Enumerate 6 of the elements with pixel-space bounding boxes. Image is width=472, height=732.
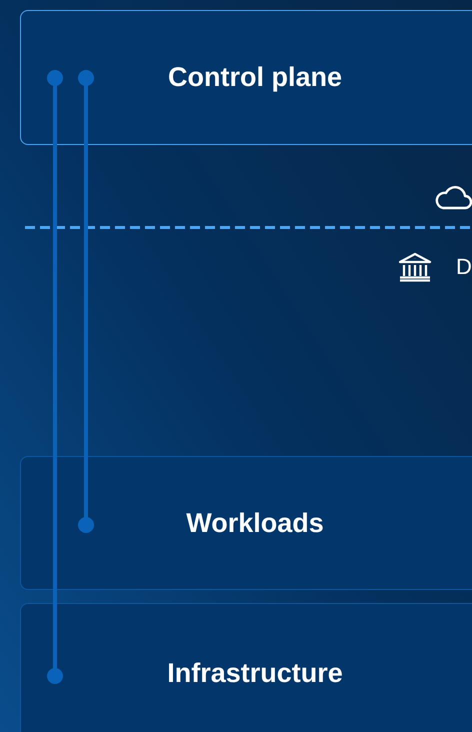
layer-label: Control plane [168,61,342,94]
bank-icon [398,252,432,282]
layer-label: Infrastructure [167,656,343,690]
boundary-label: D [456,253,472,281]
cloud-icon [434,183,472,210]
layer-label: Workloads [186,506,324,540]
